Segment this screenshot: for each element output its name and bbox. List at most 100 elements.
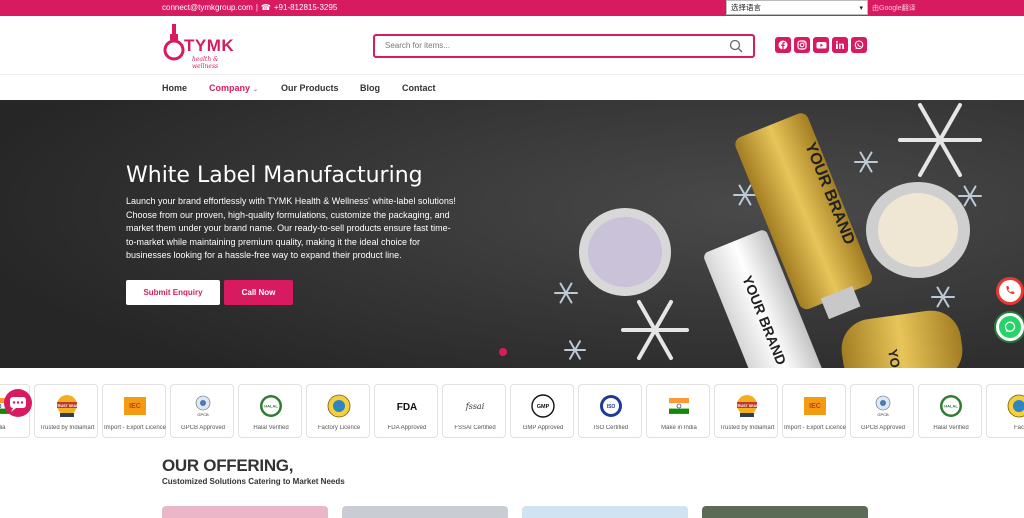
svg-text:GPCB: GPCB [197,412,209,417]
logo-icon [163,24,185,61]
certification-label: FSSAI Certified [454,425,496,431]
svg-text:GMP: GMP [537,404,550,410]
chat-icon[interactable] [3,388,33,418]
certification-label: Import - Export Licence [103,425,167,431]
submit-enquiry-button[interactable]: Submit Enquiry [126,280,220,305]
nav-item-blog[interactable]: Blog [360,83,380,93]
certification-card: GMP GMP Approved [510,384,574,438]
certification-card: fssai FSSAI Certified [442,384,506,438]
chevron-down-icon: ▾ [859,4,863,12]
certification-card: Fac [986,384,1024,438]
iec-icon: IEC [802,393,828,419]
hero-description: Launch your brand effortlessly with TYMK… [126,196,456,261]
offering-card[interactable] [522,506,688,518]
iec-icon: IEC [122,393,148,419]
search-icon[interactable] [729,39,743,53]
certification-card: IEC Import - Export Licence [782,384,846,438]
phone-icon: ☎ [260,3,271,12]
gpcb-icon: GPCB [870,393,896,419]
svg-text:IEC: IEC [129,403,141,410]
certification-label: GMP Approved [522,425,564,431]
search-input[interactable]: Search for items... [385,41,450,50]
offering-title: OUR OFFERING, [162,456,294,475]
phone-icon [1006,286,1015,294]
contact-info: connect@tymkgroup.com | ☎ +91-812815-329… [162,3,337,12]
svg-text:fssai: fssai [465,402,485,411]
certification-label: Halal Verified [253,425,289,431]
certification-label: FDA Approved [387,425,427,431]
separator: | [255,3,258,12]
nav-item-our-products[interactable]: Our Products [281,83,339,93]
offering-subtitle: Customized Solutions Catering to Market … [162,477,345,486]
gmp-icon: GMP [530,393,556,419]
whatsapp-icon [1004,321,1016,333]
facebook-icon[interactable] [775,37,791,53]
email-link[interactable]: connect@tymkgroup.com [162,3,253,12]
certification-card: GPCB GPCB Approved [850,384,914,438]
offering-card[interactable] [342,506,508,518]
certification-label: India [0,425,6,431]
social-links [775,37,867,53]
cream-jar-left [579,208,671,296]
fda-icon: FDA [394,393,420,419]
svg-text:ISO: ISO [607,404,616,410]
svg-text:TRUST SEAL: TRUST SEAL [736,404,759,408]
certification-card: HALAL Halal Verified [238,384,302,438]
nav-item-company[interactable]: Company ⌄ [209,83,258,93]
certification-card: FDA FDA Approved [374,384,438,438]
offering-card[interactable] [162,506,328,518]
gpcb-icon: GPCB [190,393,216,419]
certification-card: IEC Import - Export Licence [102,384,166,438]
svg-text:GPCB: GPCB [877,412,889,417]
carousel-dot[interactable] [499,348,507,356]
instagram-icon[interactable] [794,37,810,53]
certification-label: Halal Verified [933,425,969,431]
svg-text:HALAL: HALAL [264,404,278,409]
halal-icon: HALAL [258,393,284,419]
make-in-india-icon [666,393,692,419]
certification-card: Factory Licence [306,384,370,438]
top-bar: connect@tymkgroup.com | ☎ +91-812815-329… [0,0,1024,16]
certification-card: TRUST SEAL Trusted by Indiamart [714,384,778,438]
language-select-value: 选择语言 [731,3,761,12]
main-nav: Home Company ⌄ Our Products Blog Contact [0,74,1024,100]
certification-label: Factory Licence [317,425,361,431]
certification-label: Trusted by Indiamart [719,425,775,431]
certification-label: Trusted by Indiamart [39,425,95,431]
certification-card: GPCB GPCB Approved [170,384,234,438]
factory-licence-icon [1006,393,1024,419]
nav-item-contact[interactable]: Contact [402,83,436,93]
certification-label: ISO Certified [593,425,629,431]
call-now-button[interactable]: Call Now [224,280,293,305]
trust-seal-icon: TRUST SEAL [734,393,760,419]
whatsapp-icon[interactable] [851,37,867,53]
offering-card[interactable] [702,506,868,518]
fssai-icon: fssai [462,393,488,419]
whatsapp-float-button[interactable] [996,313,1024,341]
iso-icon: ISO [598,393,624,419]
search-box[interactable]: Search for items... [373,34,755,58]
linkedin-icon[interactable] [832,37,848,53]
certification-label: GPCB Approved [860,425,906,431]
certification-label: Fac [1013,425,1024,431]
chevron-down-icon: ⌄ [253,87,259,93]
certifications-strip: India TRUST SEAL Trusted by Indiamart IEC Im… [0,382,1024,440]
hero-title: White Label Manufacturing [126,163,423,188]
logo-tagline: health & wellness [192,56,219,70]
phone-link[interactable]: +91-812815-3295 [274,3,337,12]
logo-wordmark: TYMK [184,36,235,55]
trust-seal-icon: TRUST SEAL [54,393,80,419]
certification-label: Import - Export Licence [783,425,847,431]
certification-label: GPCB Approved [180,425,226,431]
certification-card: TRUST SEAL Trusted by Indiamart [34,384,98,438]
certification-label: Make in India [661,425,697,431]
certification-card: Make in India [646,384,710,438]
logo[interactable]: TYMK health & wellness [162,22,242,70]
youtube-icon[interactable] [813,37,829,53]
language-select[interactable]: 选择语言 ▾ [726,0,868,15]
svg-text:IEC: IEC [809,403,821,410]
phone-float-button[interactable] [996,277,1024,305]
svg-text:HALAL: HALAL [944,404,958,409]
nav-item-home[interactable]: Home [162,83,187,93]
svg-text:FDA: FDA [397,402,418,413]
